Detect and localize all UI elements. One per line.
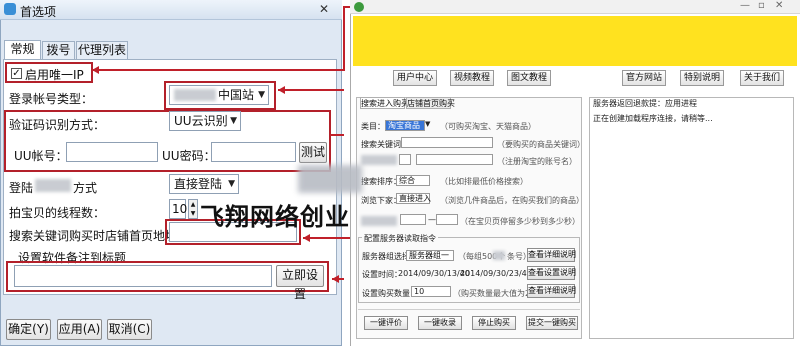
app-logo-icon [354, 2, 364, 12]
tab-shop-purchase[interactable]: 店铺首页购买 [406, 97, 455, 109]
time-to: 2014/09/30/23/40 [460, 269, 532, 278]
browse-hint: （浏览几件商品后，在购买我们的商品） [440, 196, 584, 205]
nav-text-tutorial[interactable]: 图文教程 [507, 70, 551, 86]
arrowhead-unique-ip [92, 66, 99, 74]
qty-label: 设置购买数量： [362, 289, 418, 298]
redacted-label [361, 216, 397, 226]
maximize-icon[interactable]: ▫ [758, 0, 765, 11]
server-select[interactable]: 服务器组一 [406, 250, 454, 261]
close-icon[interactable]: ✕ [775, 0, 783, 11]
nav-official-site[interactable]: 官方网站 [622, 70, 666, 86]
chevron-down-icon: ▼ [425, 120, 431, 128]
stay-min-input[interactable] [400, 214, 426, 225]
view-detail-button[interactable]: 查看详细说明 [527, 248, 576, 262]
nav-user-center[interactable]: 用户中心 [393, 70, 437, 86]
arrow-unique-ip [92, 6, 358, 71]
sort-label: 搜索排序： [361, 177, 401, 186]
view-settings-button[interactable]: 查看设置说明 [527, 266, 576, 280]
qty-input[interactable]: 10 [411, 286, 451, 297]
browse-label: 浏览下家： [361, 196, 401, 205]
nav-video-tutorial[interactable]: 视频教程 [450, 70, 494, 86]
stay-max-input[interactable] [436, 214, 458, 225]
category-hint: （可购买淘宝、天猫商品） [440, 122, 536, 131]
watermark-text: 飞翔网络创业 [200, 203, 350, 231]
keyword-hint: （要购买的商品关键词） [497, 140, 585, 149]
redacted-label [361, 155, 397, 165]
account-input[interactable] [416, 154, 493, 165]
stop-purchase-button[interactable]: 停止购买 [472, 316, 516, 330]
redacted-value [493, 251, 505, 260]
time-label: 设置时间： [362, 270, 402, 279]
tab-search-purchase[interactable]: 搜索进入购买 [360, 97, 409, 109]
sort-hint: （比如排最低价格搜索） [440, 177, 528, 186]
status-panel-title: 服务器返回退款提：应用进程 [593, 99, 697, 108]
one-click-collect-button[interactable]: 一键收录 [418, 316, 462, 330]
app-banner [353, 16, 797, 66]
view-detail-button[interactable]: 查看详细说明 [527, 284, 576, 298]
status-text: 正在创建加载程序连接，请稍等... [593, 114, 713, 123]
arrowhead-login-type [278, 86, 285, 94]
category-select[interactable]: 淘宝商品 [385, 120, 425, 131]
stay-hint: （在宝贝页停留多少秒到多少秒） [460, 217, 580, 226]
divider [358, 309, 580, 310]
nav-special-notes[interactable]: 特别说明 [680, 70, 724, 86]
minimize-icon[interactable]: — [740, 0, 750, 11]
server-group-title: 配置服务器读取指令 [362, 233, 438, 244]
browse-select[interactable]: 直接进入 [396, 193, 431, 204]
sort-select[interactable]: 综合 [396, 175, 430, 186]
blur-patch [298, 165, 362, 193]
one-click-review-button[interactable]: 一键评价 [364, 316, 408, 330]
keyword-input[interactable] [401, 137, 493, 148]
range-dash: — [428, 215, 436, 224]
submit-purchase-button[interactable]: 提交一键购买 [526, 316, 578, 330]
arrowhead-remark [332, 275, 339, 283]
arrowhead-shop-url [303, 234, 310, 242]
server-status-panel [589, 97, 794, 339]
app-titlebar[interactable] [350, 0, 800, 14]
nav-about-us[interactable]: 关于我们 [740, 70, 784, 86]
account-select[interactable] [399, 154, 411, 165]
category-label: 类目： [361, 122, 385, 131]
account-hint: （注册淘宝的账号名） [497, 157, 577, 166]
